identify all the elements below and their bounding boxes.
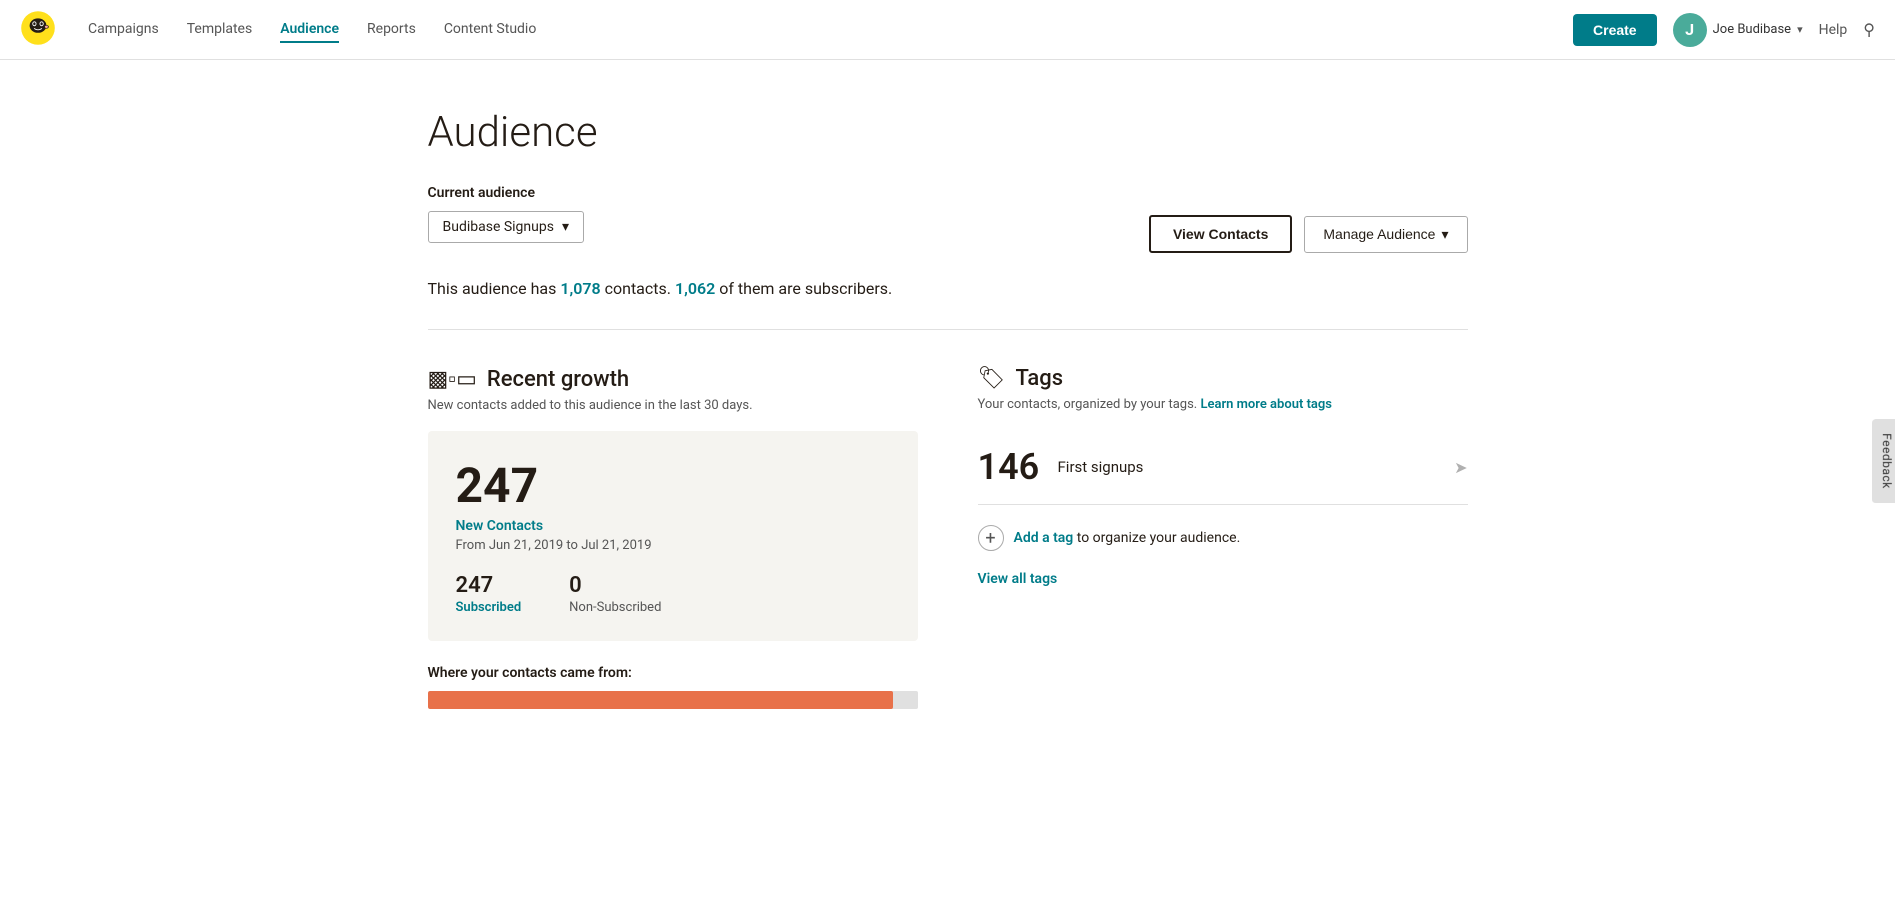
current-audience-label: Current audience: [428, 185, 584, 201]
growth-date-range: From Jun 21, 2019 to Jul 21, 2019: [456, 538, 890, 553]
page-title: Audience: [428, 108, 1468, 157]
contacts-source-fill: [428, 691, 894, 709]
user-avatar: J: [1673, 13, 1707, 47]
audience-header: Current audience Budibase Signups ▾ View…: [428, 185, 1468, 253]
growth-header: ▩▫▭ Recent growth: [428, 366, 918, 392]
tags-list: 146 First signups ➤: [978, 430, 1468, 505]
growth-section: ▩▫▭ Recent growth New contacts added to …: [428, 366, 918, 709]
nav-reports[interactable]: Reports: [367, 17, 416, 43]
tag-item: 146 First signups ➤: [978, 430, 1468, 505]
nav-right: Create J Joe Budibase ▾ Help ⚲: [1573, 13, 1875, 47]
add-tag-link[interactable]: Add a tag: [1014, 530, 1074, 546]
subscribers-count[interactable]: 1,062: [675, 279, 715, 298]
two-column-section: ▩▫▭ Recent growth New contacts added to …: [428, 366, 1468, 709]
view-all-tags-link[interactable]: View all tags: [978, 571, 1468, 587]
nav-templates[interactable]: Templates: [187, 17, 253, 43]
subscribed-count: 247: [456, 573, 522, 598]
user-menu[interactable]: J Joe Budibase ▾: [1673, 13, 1803, 47]
non-subscribed-stat: 0 Non-Subscribed: [569, 573, 661, 615]
tags-header: 🏷 Tags: [978, 366, 1468, 391]
manage-audience-button[interactable]: Manage Audience ▾: [1304, 216, 1467, 253]
tags-subtitle: Your contacts, organized by your tags. L…: [978, 397, 1468, 412]
growth-title: Recent growth: [487, 367, 629, 392]
audience-dropdown[interactable]: Budibase Signups ▾: [428, 211, 584, 243]
summary-prefix: This audience has: [428, 279, 561, 298]
learn-more-tags-link[interactable]: Learn more about tags: [1200, 397, 1332, 412]
where-from-title: Where your contacts came from:: [428, 665, 918, 681]
audience-name: Budibase Signups: [443, 219, 554, 235]
growth-subtitle: New contacts added to this audience in t…: [428, 398, 918, 413]
tag-arrow-icon[interactable]: ➤: [1454, 458, 1467, 477]
view-contacts-button[interactable]: View Contacts: [1149, 215, 1292, 253]
nav-links: Campaigns Templates Audience Reports Con…: [88, 17, 1541, 43]
tags-section: 🏷 Tags Your contacts, organized by your …: [978, 366, 1468, 709]
subscribed-label[interactable]: Subscribed: [456, 600, 522, 615]
tag-icon: 🏷: [978, 366, 1006, 391]
logo[interactable]: [20, 10, 56, 50]
contacts-source-bar: [428, 691, 918, 709]
growth-card: 247 New Contacts From Jun 21, 2019 to Ju…: [428, 431, 918, 641]
tags-title: Tags: [1015, 366, 1063, 391]
total-contacts[interactable]: 1,078: [560, 279, 600, 298]
user-name-label: Joe Budibase: [1713, 22, 1791, 37]
new-contacts-link[interactable]: New Contacts: [456, 518, 890, 534]
non-subscribed-count: 0: [569, 573, 661, 598]
section-divider: [428, 329, 1468, 330]
nav-campaigns[interactable]: Campaigns: [88, 17, 159, 43]
summary-suffix: of them are subscribers.: [715, 279, 892, 298]
audience-actions: View Contacts Manage Audience ▾: [1149, 185, 1468, 253]
tags-subtitle-text: Your contacts, organized by your tags.: [978, 397, 1198, 412]
nav-content-studio[interactable]: Content Studio: [444, 17, 537, 43]
add-tag-text: Add a tag to organize your audience.: [1014, 530, 1241, 546]
manage-audience-label: Manage Audience: [1323, 226, 1435, 242]
summary-middle: contacts.: [601, 279, 675, 298]
main-content: Audience Current audience Budibase Signu…: [348, 60, 1548, 749]
feedback-tab[interactable]: Feedback: [1872, 419, 1895, 503]
audience-summary: This audience has 1,078 contacts. 1,062 …: [428, 277, 1468, 301]
add-tag-plus-icon[interactable]: +: [978, 525, 1004, 551]
chevron-down-icon: ▾: [1797, 23, 1803, 36]
audience-selector: Current audience Budibase Signups ▾: [428, 185, 584, 243]
bar-chart-icon: ▩▫▭: [428, 366, 477, 392]
create-button[interactable]: Create: [1573, 14, 1657, 46]
search-icon[interactable]: ⚲: [1863, 20, 1875, 39]
add-tag-suffix: to organize your audience.: [1073, 530, 1240, 546]
growth-stats: 247 Subscribed 0 Non-Subscribed: [456, 573, 890, 615]
growth-number: 247: [456, 457, 890, 514]
subscribed-stat: 247 Subscribed: [456, 573, 522, 615]
non-subscribed-label: Non-Subscribed: [569, 600, 661, 615]
help-link[interactable]: Help: [1819, 22, 1848, 38]
dropdown-chevron-icon: ▾: [562, 219, 569, 235]
add-tag-row: + Add a tag to organize your audience.: [978, 505, 1468, 567]
manage-audience-chevron-icon: ▾: [1441, 226, 1448, 243]
tag-count: 146: [978, 446, 1058, 488]
navbar: Campaigns Templates Audience Reports Con…: [0, 0, 1895, 60]
tag-name: First signups: [1058, 458, 1455, 476]
where-from-section: Where your contacts came from:: [428, 665, 918, 709]
nav-audience[interactable]: Audience: [280, 17, 339, 43]
